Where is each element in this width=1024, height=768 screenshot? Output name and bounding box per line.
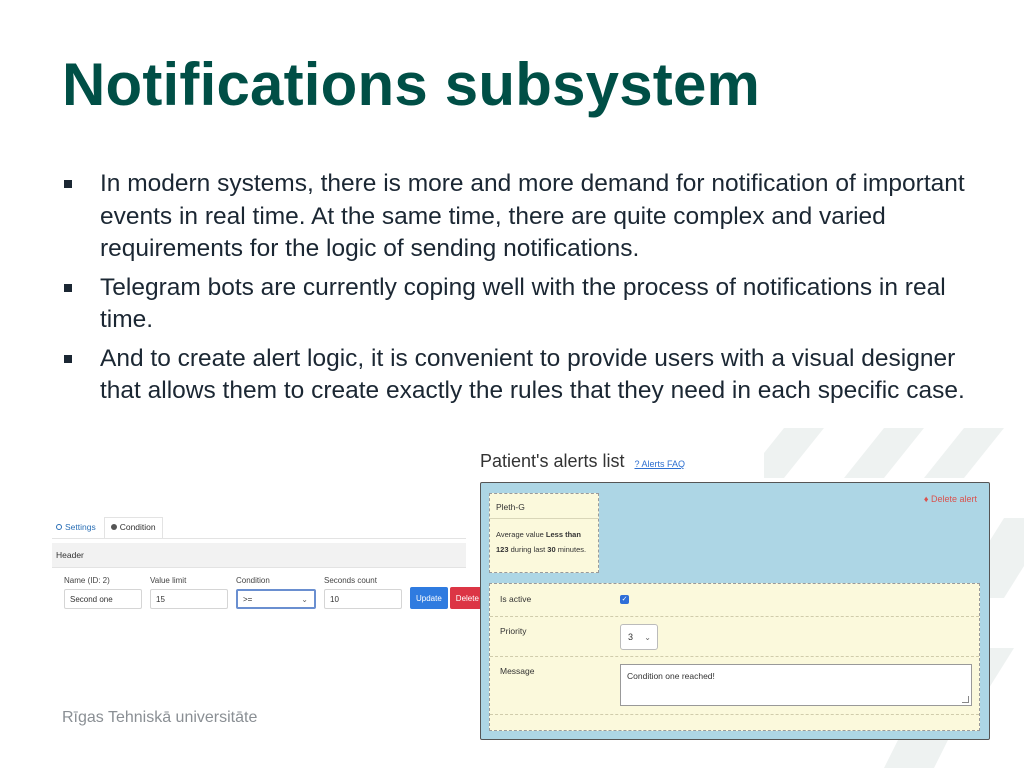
bullet-text: In modern systems, there is more and mor… bbox=[100, 170, 965, 262]
chevron-down-icon: ⌄ bbox=[301, 594, 308, 604]
alert-description: Average value Less than 123 during last … bbox=[490, 519, 598, 565]
desc-mid: during last bbox=[508, 545, 548, 554]
is-active-checkbox[interactable]: ✓ bbox=[620, 595, 629, 604]
name-input[interactable]: Second one bbox=[64, 589, 142, 609]
desc-prefix: Average value bbox=[496, 530, 546, 539]
value-limit-field-group: Value limit 15 bbox=[150, 576, 228, 609]
square-bullet-icon bbox=[64, 283, 72, 292]
message-label: Message bbox=[500, 666, 535, 676]
delete-alert-link[interactable]: ♦ Delete alert bbox=[924, 494, 977, 504]
delete-alert-label: Delete alert bbox=[930, 494, 977, 504]
section-header: Header bbox=[52, 543, 466, 568]
slide-title: Notifications subsystem bbox=[62, 51, 761, 118]
gear-icon bbox=[56, 524, 62, 530]
condition-field-group: Condition >= ⌄ bbox=[236, 576, 316, 609]
condition-value: >= bbox=[243, 594, 253, 604]
tab-settings[interactable]: Settings bbox=[52, 522, 102, 538]
condition-select[interactable]: >= ⌄ bbox=[236, 589, 316, 609]
tab-condition[interactable]: Condition bbox=[103, 517, 163, 538]
alert-details-card: Is active ✓ Priority 3 ⌄ Message Conditio… bbox=[489, 583, 980, 731]
settings-tabs: Settings Condition bbox=[52, 512, 466, 539]
bullet-item: And to create alert logic, it is conveni… bbox=[62, 343, 972, 408]
seconds-input[interactable]: 10 bbox=[324, 589, 402, 609]
priority-label: Priority bbox=[500, 626, 527, 636]
alert-name: Pleth-G bbox=[490, 494, 598, 519]
bullet-item: Telegram bots are currently coping well … bbox=[62, 272, 972, 337]
message-row: Message Condition one reached! bbox=[490, 656, 979, 715]
bullet-list: In modern systems, there is more and mor… bbox=[62, 168, 972, 414]
condition-fields: Name (ID: 2) Second one Value limit 15 C… bbox=[52, 576, 485, 609]
name-field-group: Name (ID: 2) Second one bbox=[64, 576, 142, 609]
chevron-down-icon: ⌄ bbox=[644, 632, 651, 642]
is-active-row: Is active ✓ bbox=[490, 584, 979, 617]
update-button[interactable]: Update bbox=[410, 587, 448, 609]
value-limit-label: Value limit bbox=[150, 576, 187, 585]
message-textarea[interactable]: Condition one reached! bbox=[620, 664, 972, 706]
tab-label: Settings bbox=[65, 522, 96, 532]
square-bullet-icon bbox=[64, 354, 72, 363]
desc-suffix: minutes. bbox=[555, 545, 587, 554]
help-circle-icon: ? bbox=[634, 459, 640, 469]
message-value: Condition one reached! bbox=[627, 671, 715, 681]
seconds-field-group: Seconds count 10 bbox=[324, 576, 402, 609]
priority-select[interactable]: 3 ⌄ bbox=[620, 624, 658, 650]
footer-university: Rīgas Tehniskā universitāte bbox=[62, 709, 258, 726]
square-bullet-icon bbox=[64, 180, 72, 188]
name-label: Name (ID: 2) bbox=[64, 576, 110, 585]
bullet-text: Telegram bots are currently coping well … bbox=[100, 273, 946, 334]
value-limit-input[interactable]: 15 bbox=[150, 589, 228, 609]
priority-row: Priority 3 ⌄ bbox=[490, 616, 979, 657]
faq-label: Alerts FAQ bbox=[641, 459, 686, 469]
desc-minutes: 30 bbox=[547, 545, 556, 554]
resize-handle-icon[interactable] bbox=[962, 696, 969, 703]
alert-panel: Pleth-G Average value Less than 123 duri… bbox=[480, 482, 990, 740]
bullet-item: In modern systems, there is more and mor… bbox=[62, 168, 972, 266]
bell-icon: ♦ bbox=[923, 494, 929, 504]
alerts-title: Patient's alerts list bbox=[480, 451, 625, 471]
alerts-heading: Patient's alerts list ? Alerts FAQ bbox=[480, 451, 685, 472]
condition-icon bbox=[110, 524, 117, 530]
alert-settings-screenshot: Settings Condition Header Name (ID: 2) S… bbox=[52, 512, 485, 622]
priority-value: 3 bbox=[628, 632, 634, 642]
is-active-label: Is active bbox=[500, 594, 532, 604]
condition-label: Condition bbox=[236, 576, 270, 585]
alerts-faq-link[interactable]: ? Alerts FAQ bbox=[635, 459, 686, 469]
tab-label: Condition bbox=[119, 522, 156, 532]
alert-summary-card[interactable]: Pleth-G Average value Less than 123 duri… bbox=[489, 493, 599, 573]
bullet-text: And to create alert logic, it is conveni… bbox=[100, 344, 965, 405]
seconds-label: Seconds count bbox=[324, 576, 377, 585]
